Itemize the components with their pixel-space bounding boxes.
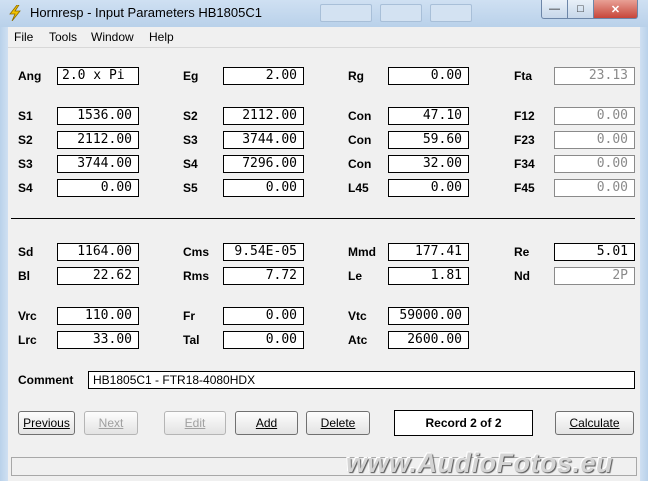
- maximize-icon: □: [577, 3, 584, 15]
- label-s1: S1: [18, 109, 33, 123]
- fta-field: 23.13: [554, 67, 635, 85]
- title-bar: Hornresp - Input Parameters HB1805C1 — □…: [0, 0, 648, 28]
- menu-file[interactable]: File: [14, 30, 33, 44]
- label-atc: Atc: [348, 333, 368, 347]
- comment-field[interactable]: HB1805C1 - FTR18-4080HDX: [88, 371, 635, 389]
- re-field[interactable]: 5.01: [554, 243, 635, 261]
- background-tab: [320, 4, 372, 22]
- label-ang: Ang: [18, 69, 42, 83]
- rms-field[interactable]: 7.72: [223, 267, 304, 285]
- window-frame-right: [640, 27, 648, 481]
- label-s3: S3: [18, 157, 33, 171]
- s3-field-lower[interactable]: 3744.00: [57, 155, 139, 173]
- vrc-field[interactable]: 110.00: [57, 307, 139, 325]
- f45-field: 0.00: [554, 179, 635, 197]
- label-s3: S3: [183, 133, 198, 147]
- watermark: www.AudioFotos.eu: [346, 448, 613, 478]
- lightning-icon: [9, 5, 21, 21]
- label-vtc: Vtc: [348, 309, 367, 323]
- label-rg: Rg: [348, 69, 364, 83]
- label-s4: S4: [183, 157, 198, 171]
- con-field-2[interactable]: 59.60: [388, 131, 469, 149]
- minimize-button[interactable]: —: [541, 0, 568, 19]
- label-nd: Nd: [514, 269, 530, 283]
- calculate-button[interactable]: Calculate: [555, 411, 634, 435]
- record-indicator: Record 2 of 2: [394, 410, 533, 436]
- ang-field[interactable]: 2.0 x Pi: [57, 67, 139, 85]
- nd-field: 2P: [554, 267, 635, 285]
- vtc-field[interactable]: 59000.00: [388, 307, 469, 325]
- s4-field-lower[interactable]: 0.00: [57, 179, 139, 197]
- background-tab: [380, 4, 422, 22]
- s1-field[interactable]: 1536.00: [57, 107, 139, 125]
- background-tab: [430, 4, 472, 22]
- close-button[interactable]: ✕: [593, 0, 638, 19]
- window-title: Hornresp - Input Parameters HB1805C1: [30, 5, 262, 20]
- s2-field-lower[interactable]: 2112.00: [57, 131, 139, 149]
- window-frame-left: [0, 27, 8, 481]
- tal-field[interactable]: 0.00: [223, 331, 304, 349]
- label-con: Con: [348, 157, 372, 171]
- label-sd: Sd: [18, 245, 34, 259]
- atc-field[interactable]: 2600.00: [388, 331, 469, 349]
- label-l45: L45: [348, 181, 369, 195]
- s4-field[interactable]: 7296.00: [223, 155, 304, 173]
- label-f45: F45: [514, 181, 535, 195]
- label-f23: F23: [514, 133, 535, 147]
- previous-button[interactable]: Previous: [18, 411, 75, 435]
- lrc-field[interactable]: 33.00: [57, 331, 139, 349]
- label-comment: Comment: [18, 373, 74, 387]
- menu-tools[interactable]: Tools: [49, 30, 77, 44]
- label-tal: Tal: [183, 333, 200, 347]
- label-f12: F12: [514, 109, 535, 123]
- label-eg: Eg: [183, 69, 199, 83]
- label-s4: S4: [18, 181, 33, 195]
- bl-field[interactable]: 22.62: [57, 267, 139, 285]
- s3-field[interactable]: 3744.00: [223, 131, 304, 149]
- label-vrc: Vrc: [18, 309, 37, 323]
- delete-button[interactable]: Delete: [306, 411, 370, 435]
- mmd-field[interactable]: 177.41: [388, 243, 469, 261]
- label-bl: Bl: [18, 269, 30, 283]
- label-lrc: Lrc: [18, 333, 37, 347]
- label-con: Con: [348, 109, 372, 123]
- minimize-icon: —: [549, 3, 560, 15]
- label-s2: S2: [18, 133, 33, 147]
- f23-field: 0.00: [554, 131, 635, 149]
- le-field[interactable]: 1.81: [388, 267, 469, 285]
- menu-bar: File Tools Window Help: [8, 27, 640, 48]
- con-field-1[interactable]: 47.10: [388, 107, 469, 125]
- label-f34: F34: [514, 157, 535, 171]
- con-field-3[interactable]: 32.00: [388, 155, 469, 173]
- label-le: Le: [348, 269, 363, 283]
- label-con: Con: [348, 133, 372, 147]
- label-fta: Fta: [514, 69, 532, 83]
- label-s5: S5: [183, 181, 198, 195]
- label-cms: Cms: [183, 245, 210, 259]
- label-fr: Fr: [183, 309, 195, 323]
- menu-window[interactable]: Window: [91, 30, 134, 44]
- next-button[interactable]: Next: [84, 411, 138, 435]
- l45-field[interactable]: 0.00: [388, 179, 469, 197]
- fr-field[interactable]: 0.00: [223, 307, 304, 325]
- menu-help[interactable]: Help: [149, 30, 174, 44]
- f34-field: 0.00: [554, 155, 635, 173]
- label-mmd: Mmd: [348, 245, 376, 259]
- rg-field[interactable]: 0.00: [388, 67, 469, 85]
- label-rms: Rms: [183, 269, 210, 283]
- edit-button[interactable]: Edit: [164, 411, 226, 435]
- label-re: Re: [514, 245, 530, 259]
- maximize-button[interactable]: □: [567, 0, 594, 19]
- label-s2: S2: [183, 109, 198, 123]
- section-divider: [11, 218, 635, 219]
- cms-field[interactable]: 9.54E-05: [223, 243, 304, 261]
- s5-field[interactable]: 0.00: [223, 179, 304, 197]
- f12-field: 0.00: [554, 107, 635, 125]
- sd-field[interactable]: 1164.00: [57, 243, 139, 261]
- eg-field[interactable]: 2.00: [223, 67, 304, 85]
- s2-field[interactable]: 2112.00: [223, 107, 304, 125]
- add-button[interactable]: Add: [235, 411, 298, 435]
- close-icon: ✕: [610, 3, 621, 16]
